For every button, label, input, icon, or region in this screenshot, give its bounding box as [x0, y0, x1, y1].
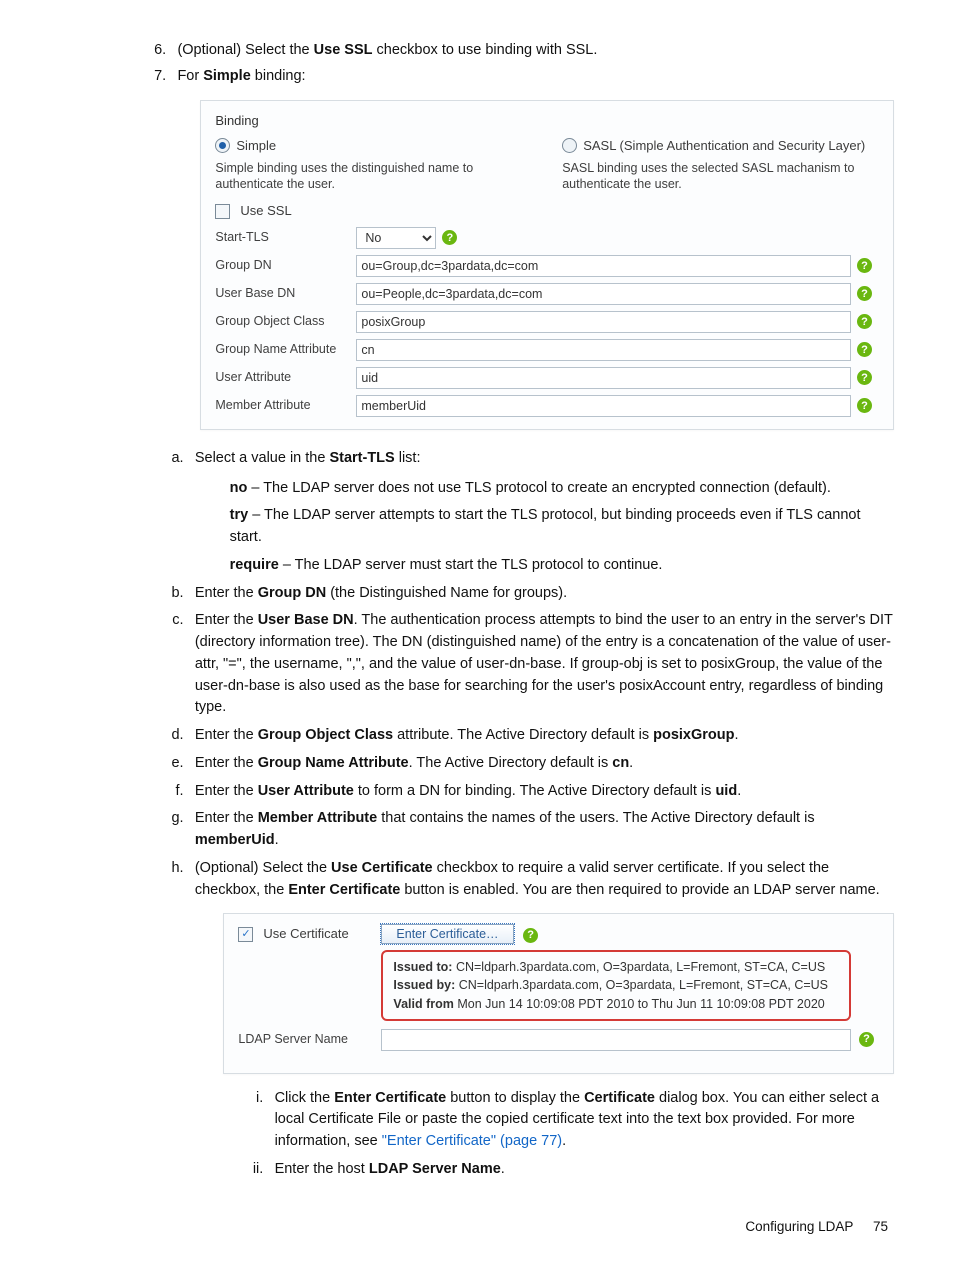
simple-desc: Simple binding uses the distinguished na… [215, 160, 532, 194]
group-obj-label: Group Object Class [215, 312, 350, 331]
sub-steps: Select a value in the Start-TLS list: no… [156, 448, 894, 1181]
binding-panel: Binding Simple Simple binding uses the d… [200, 100, 894, 430]
user-base-dn-input[interactable] [356, 283, 851, 305]
step-b: Enter the Group DN (the Distinguished Na… [188, 583, 894, 605]
group-name-attr-label: Group Name Attribute [215, 340, 350, 359]
help-icon[interactable]: ? [857, 258, 872, 273]
radio-icon [562, 138, 577, 153]
ldap-server-name-label: LDAP Server Name [238, 1030, 373, 1049]
use-certificate-checkbox[interactable]: Use Certificate [238, 924, 373, 944]
group-name-attr-input[interactable] [356, 339, 851, 361]
start-tls-select[interactable]: No [356, 227, 436, 249]
help-icon[interactable]: ? [857, 398, 872, 413]
member-attr-label: Member Attribute [215, 396, 350, 415]
help-icon[interactable]: ? [442, 230, 457, 245]
step-a: Select a value in the Start-TLS list: no… [188, 448, 894, 577]
step-ii: Enter the host LDAP Server Name. [267, 1159, 894, 1181]
simple-radio[interactable]: Simple [215, 136, 532, 156]
footer-title: Configuring LDAP [745, 1219, 853, 1234]
sasl-radio[interactable]: SASL (Simple Authentication and Security… [562, 136, 879, 156]
user-attr-label: User Attribute [215, 368, 350, 387]
help-icon[interactable]: ? [857, 314, 872, 329]
radio-checked-icon [215, 138, 230, 153]
step-i: Click the Enter Certificate button to di… [267, 1088, 894, 1153]
panel-title: Binding [215, 111, 879, 131]
step-c: Enter the User Base DN. The authenticati… [188, 610, 894, 719]
certificate-panel: Use Certificate Enter Certificate… ? Iss… [223, 913, 894, 1073]
checkbox-checked-icon [238, 927, 253, 942]
ordered-steps: (Optional) Select the Use SSL checkbox t… [138, 40, 894, 88]
step-f: Enter the User Attribute to form a DN fo… [188, 781, 894, 803]
sasl-desc: SASL binding uses the selected SASL mach… [562, 160, 879, 194]
help-icon[interactable]: ? [857, 370, 872, 385]
certificate-info-box: Issued to: CN=ldparh.3pardata.com, O=3pa… [381, 950, 851, 1020]
checkbox-icon [215, 204, 230, 219]
step-d: Enter the Group Object Class attribute. … [188, 725, 894, 747]
user-base-dn-label: User Base DN [215, 284, 350, 303]
ldap-server-name-input[interactable] [381, 1029, 851, 1051]
step-6: (Optional) Select the Use SSL checkbox t… [170, 40, 894, 62]
group-obj-input[interactable] [356, 311, 851, 333]
group-dn-input[interactable] [356, 255, 851, 277]
member-attr-input[interactable] [356, 395, 851, 417]
step-h: (Optional) Select the Use Certificate ch… [188, 858, 894, 1181]
help-icon[interactable]: ? [857, 342, 872, 357]
group-dn-label: Group DN [215, 256, 350, 275]
substeps-roman: Click the Enter Certificate button to di… [235, 1088, 894, 1181]
step-g: Enter the Member Attribute that contains… [188, 808, 894, 852]
help-icon[interactable]: ? [859, 1032, 874, 1047]
step-7: For Simple binding: [170, 66, 894, 88]
page-number: 75 [873, 1219, 888, 1234]
enter-certificate-button[interactable]: Enter Certificate… [381, 924, 513, 944]
step-e: Enter the Group Name Attribute. The Acti… [188, 753, 894, 775]
use-ssl-checkbox[interactable]: Use SSL [215, 201, 879, 221]
start-tls-label: Start-TLS [215, 228, 350, 247]
help-icon[interactable]: ? [857, 286, 872, 301]
enter-certificate-link[interactable]: "Enter Certificate" (page 77) [382, 1133, 562, 1149]
user-attr-input[interactable] [356, 367, 851, 389]
help-icon[interactable]: ? [523, 928, 538, 943]
page-footer: Configuring LDAP 75 [60, 1217, 894, 1237]
